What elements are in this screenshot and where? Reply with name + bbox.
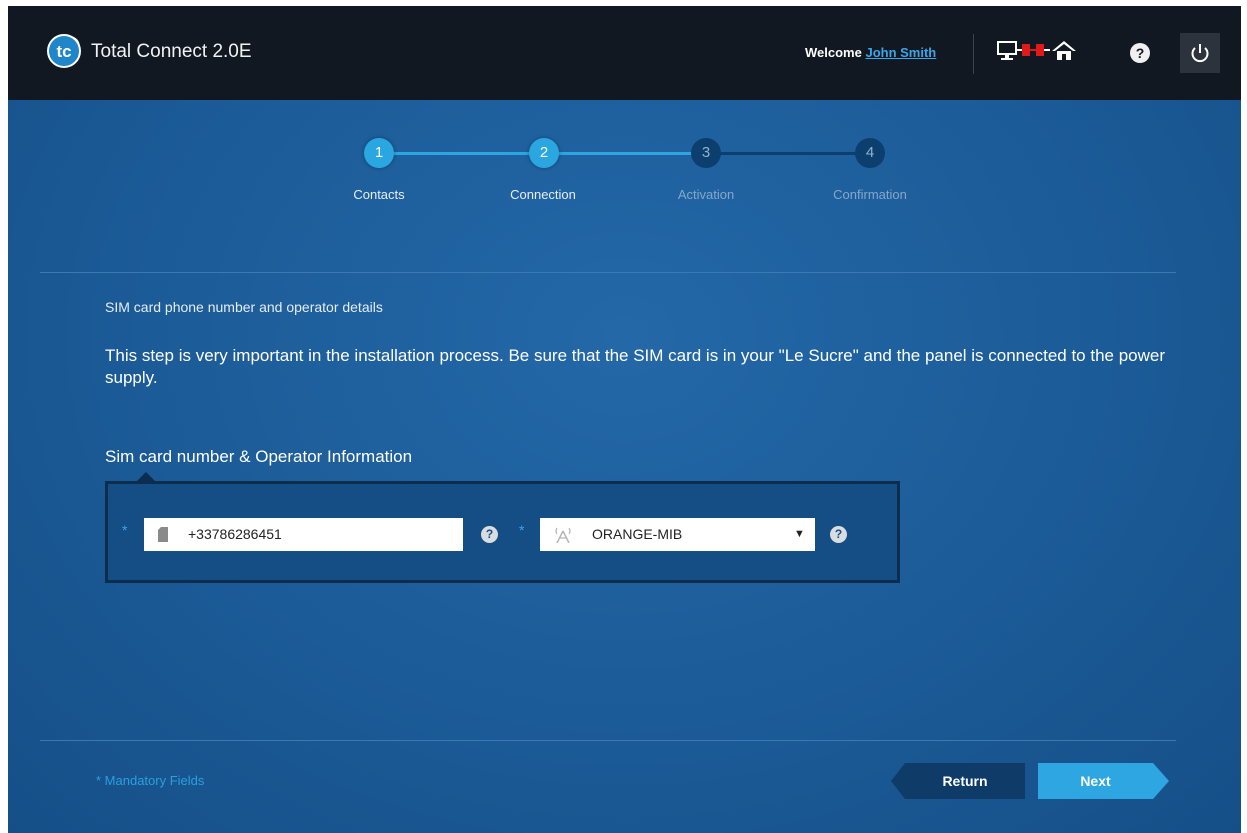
step-1-circle: 1 [364,138,394,168]
operator-select[interactable]: ORANGE-MIB ▼ [540,518,815,551]
antenna-icon [555,527,571,543]
sim-card-icon [158,527,168,542]
top-divider [40,272,1176,273]
operator-help-icon[interactable]: ? [830,526,847,543]
mandatory-mark: * [122,522,128,538]
operator-value: ORANGE-MIB [592,526,683,542]
logo-icon: tc [47,34,81,68]
sim-number-field[interactable]: +33786286451 [144,518,463,551]
logo-text: tc [56,42,71,61]
wizard-page: tc Total Connect 2.0E Welcome John Smith [8,6,1241,833]
welcome-message: Welcome John Smith [805,45,936,60]
step-2-circle: 2 [529,138,559,168]
monitor-icon [997,41,1017,60]
logout-button[interactable] [1180,33,1220,73]
mandatory-fields-note: * Mandatory Fields [96,773,205,788]
help-button[interactable]: ? [1130,43,1150,63]
step-2-label: Connection [510,187,576,202]
section-subtitle: SIM card phone number and operator detai… [105,299,383,315]
step-3-label: Activation [677,187,735,202]
step-connector [718,152,866,155]
next-button[interactable]: Next [1038,763,1153,799]
step-3-circle: 3 [691,138,721,168]
sim-operator-group: * +33786286451 ? * ORANGE-MIB ▼ ? [105,481,900,583]
step-connector [552,152,700,155]
home-icon [1052,41,1076,60]
progress-stepper: 1 2 3 4 Contacts Connection Activation C… [8,100,1241,280]
bottom-divider [40,740,1176,741]
step-4-circle: 4 [855,138,885,168]
mandatory-mark: * [519,522,525,538]
system-status-icon[interactable] [996,39,1096,63]
return-button[interactable]: Return [905,763,1025,799]
welcome-prefix: Welcome [805,45,862,60]
power-icon [1191,44,1209,63]
step-1-label: Contacts [353,187,405,202]
return-button-tail [891,763,905,799]
chevron-down-icon: ▼ [794,528,805,540]
step-4-label: Confirmation [833,187,907,202]
top-bar: tc Total Connect 2.0E Welcome John Smith [8,6,1241,100]
app-title: Total Connect 2.0E [91,41,252,62]
header-divider [973,34,974,74]
group-title: Sim card number & Operator Information [105,447,413,466]
sim-number-value: +33786286451 [188,526,282,542]
user-name-link[interactable]: John Smith [865,45,936,60]
intro-text: This step is very important in the insta… [105,346,1166,387]
connection-status-icon [1016,44,1050,56]
next-arrow-icon [1153,763,1169,799]
step-connector [386,152,534,155]
sim-number-help-icon[interactable]: ? [481,526,498,543]
